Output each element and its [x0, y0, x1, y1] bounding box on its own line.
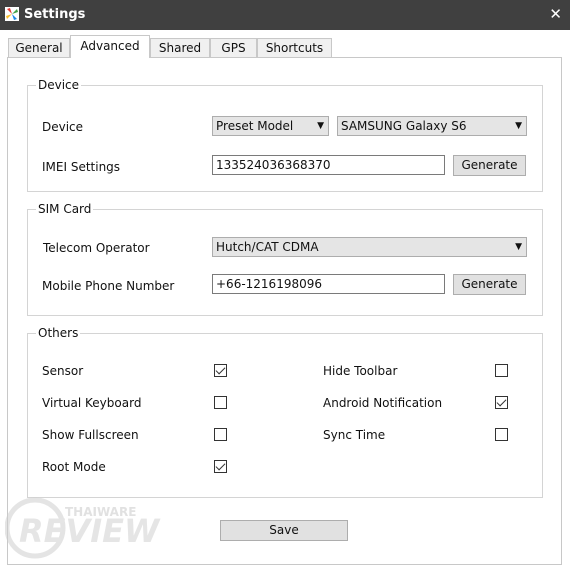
sim-card-group: SIM Card Telecom Operator Hutch/CAT CDMA… — [27, 202, 543, 316]
others-group: Others Sensor Virtual Keyboard Show Full… — [27, 326, 543, 498]
device-group: Device Device Preset Model ▼ SAMSUNG Gal… — [27, 78, 543, 192]
advanced-panel: Device Device Preset Model ▼ SAMSUNG Gal… — [7, 57, 562, 565]
window-title: Settings — [24, 7, 86, 22]
chevron-down-icon: ▼ — [317, 121, 324, 131]
watermark-bottom-text: REVIEW — [19, 512, 161, 550]
device-group-title: Device — [36, 78, 82, 92]
android-notification-checkbox[interactable] — [495, 396, 508, 409]
sync-time-checkbox[interactable] — [495, 428, 508, 441]
telecom-operator-value: Hutch/CAT CDMA — [216, 240, 319, 254]
imei-label: IMEI Settings — [42, 160, 121, 174]
sync-time-label: Sync Time — [323, 428, 386, 442]
device-model-value: SAMSUNG Galaxy S6 — [341, 119, 467, 133]
tab-bar: General Advanced Shared GPS Shortcuts — [0, 30, 570, 58]
imei-input[interactable]: 133524036368370 — [212, 155, 445, 175]
sim-group-title: SIM Card — [36, 202, 94, 216]
chevron-down-icon: ▼ — [515, 121, 522, 131]
telecom-operator-label: Telecom Operator — [43, 241, 150, 255]
sensor-label: Sensor — [42, 364, 84, 378]
others-group-title: Others — [36, 326, 81, 340]
app-logo-icon — [5, 7, 19, 21]
mobile-number-label: Mobile Phone Number — [42, 279, 175, 293]
preset-model-value: Preset Model — [216, 119, 294, 133]
imei-generate-button[interactable]: Generate — [453, 155, 526, 176]
chevron-down-icon: ▼ — [515, 242, 522, 252]
virtual-keyboard-label: Virtual Keyboard — [42, 396, 142, 410]
device-model-select[interactable]: SAMSUNG Galaxy S6 ▼ — [337, 116, 527, 136]
tab-shared[interactable]: Shared — [150, 38, 210, 57]
thaiware-review-watermark: THAIWARE REVIEW — [5, 497, 161, 559]
root-mode-label: Root Mode — [42, 460, 106, 474]
show-fullscreen-checkbox[interactable] — [214, 428, 227, 441]
tab-advanced[interactable]: Advanced — [70, 35, 150, 58]
preset-model-select[interactable]: Preset Model ▼ — [212, 116, 329, 136]
show-fullscreen-label: Show Fullscreen — [42, 428, 139, 442]
hide-toolbar-checkbox[interactable] — [495, 364, 508, 377]
title-bar: Settings ✕ — [0, 0, 570, 30]
hide-toolbar-label: Hide Toolbar — [323, 364, 398, 378]
mobile-generate-button[interactable]: Generate — [453, 274, 526, 295]
root-mode-checkbox[interactable] — [214, 460, 227, 473]
tab-general[interactable]: General — [8, 38, 70, 57]
sensor-checkbox[interactable] — [214, 364, 227, 377]
save-button[interactable]: Save — [220, 520, 348, 541]
virtual-keyboard-checkbox[interactable] — [214, 396, 227, 409]
mobile-number-input[interactable]: +66-1216198096 — [212, 274, 445, 294]
telecom-operator-select[interactable]: Hutch/CAT CDMA ▼ — [212, 237, 527, 257]
close-icon[interactable]: ✕ — [549, 5, 562, 23]
android-notification-label: Android Notification — [323, 396, 443, 410]
tab-shortcuts[interactable]: Shortcuts — [257, 38, 332, 57]
device-label: Device — [42, 120, 84, 134]
tab-gps[interactable]: GPS — [210, 38, 257, 57]
